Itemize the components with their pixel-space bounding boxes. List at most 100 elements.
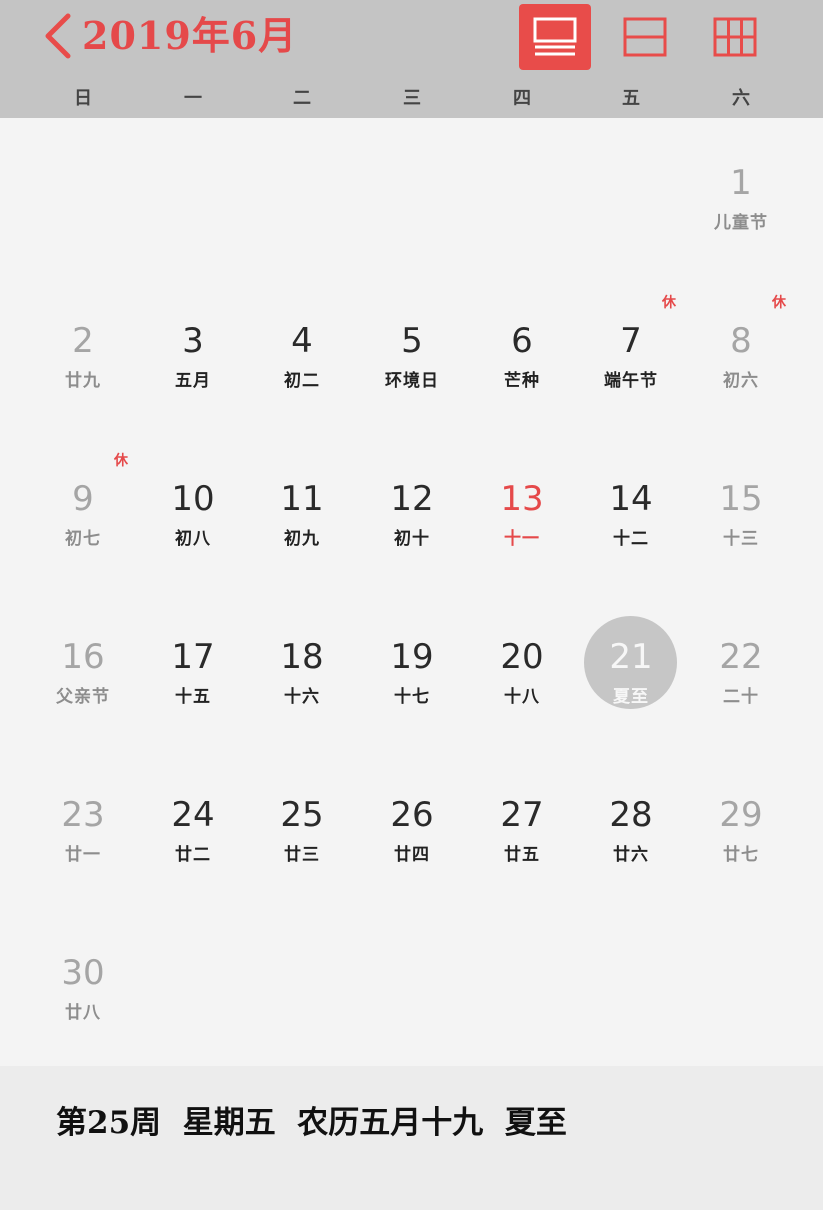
day-cell[interactable]: 6 芒种 bbox=[467, 276, 577, 434]
lunar-date-label: 五月 bbox=[175, 371, 211, 391]
day-cell[interactable]: 10 初八 bbox=[138, 434, 248, 592]
day-cell[interactable]: 15 十三 bbox=[686, 434, 796, 592]
day-cell[interactable]: 24 廿二 bbox=[138, 750, 248, 908]
date-info-bar: 第25周 星期五 农历五月十九 夏至 bbox=[0, 1066, 823, 1210]
day-cell[interactable]: 25 廿三 bbox=[247, 750, 357, 908]
chevron-left-icon bbox=[45, 13, 71, 59]
day-cell[interactable]: 13 十一 bbox=[467, 434, 577, 592]
lunar-date-label: 廿六 bbox=[613, 845, 649, 865]
lunar-date-label: 初八 bbox=[175, 529, 211, 549]
day-cell[interactable]: 20 十八 bbox=[467, 592, 577, 750]
day-number: 20 bbox=[500, 637, 544, 677]
lunar-date-label: 廿四 bbox=[394, 845, 430, 865]
day-cell[interactable]: 26 廿四 bbox=[357, 750, 467, 908]
day-cell[interactable]: 4 初二 bbox=[247, 276, 357, 434]
lunar-date-label: 十五 bbox=[175, 687, 211, 707]
weekday-label-sun: 日 bbox=[74, 88, 92, 109]
day-number: 23 bbox=[61, 795, 105, 835]
view-split-button[interactable] bbox=[609, 4, 681, 70]
weekday-label-wed: 三 bbox=[403, 88, 421, 109]
day-cell[interactable]: 休 9 初七 bbox=[28, 434, 138, 592]
lunar-date-label: 芒种 bbox=[504, 371, 540, 391]
split-view-icon bbox=[623, 17, 667, 57]
day-cell[interactable]: 休 7 端午节 bbox=[576, 276, 686, 434]
day-cell[interactable]: 28 廿六 bbox=[576, 750, 686, 908]
weekday-label-sat: 六 bbox=[732, 88, 750, 109]
lunar-date-label: 十七 bbox=[394, 687, 430, 707]
month-grid: 1 儿童节 2 廿九 3 五月 4 初二 5 环境日 6 芒种休 7 端午节休 8 初六休 9 初七 10 初八 11 初… bbox=[0, 118, 823, 1066]
lunar-date-label: 十二 bbox=[613, 529, 649, 549]
lunar-date-label: 廿七 bbox=[723, 845, 759, 865]
lunar-date-label: 廿三 bbox=[284, 845, 320, 865]
lunar-date-label: 十八 bbox=[504, 687, 540, 707]
day-cell[interactable]: 18 十六 bbox=[247, 592, 357, 750]
day-cell[interactable]: 27 廿五 bbox=[467, 750, 577, 908]
day-number: 12 bbox=[390, 479, 434, 519]
lunar-date-label: 夏至 bbox=[613, 687, 649, 707]
day-cell[interactable]: 2 廿九 bbox=[28, 276, 138, 434]
day-number: 24 bbox=[171, 795, 215, 835]
day-cell[interactable]: 19 十七 bbox=[357, 592, 467, 750]
day-cell[interactable]: 1 儿童节 bbox=[686, 118, 796, 276]
lunar-date-label: 二十 bbox=[723, 687, 759, 707]
day-number: 16 bbox=[61, 637, 105, 677]
lunar-date-label: 初二 bbox=[284, 371, 320, 391]
list-view-icon bbox=[533, 17, 577, 56]
day-number: 2 bbox=[72, 321, 94, 361]
weekday-label-tue: 二 bbox=[293, 88, 311, 109]
lunar-date-label: 廿一 bbox=[65, 845, 101, 865]
lunar-date-label: 廿八 bbox=[65, 1003, 101, 1023]
lunar-date-label: 父亲节 bbox=[56, 687, 110, 707]
day-cell[interactable]: 14 十二 bbox=[576, 434, 686, 592]
day-cell[interactable]: 12 初十 bbox=[357, 434, 467, 592]
grid-view-icon bbox=[713, 17, 757, 57]
day-number: 22 bbox=[719, 637, 763, 677]
lunar-date-label: 端午节 bbox=[604, 371, 658, 391]
view-month-grid-button[interactable] bbox=[699, 4, 771, 70]
lunar-date-label: 儿童节 bbox=[714, 213, 768, 233]
weekday-label-fri: 五 bbox=[622, 88, 640, 109]
lunar-date-label: 初十 bbox=[394, 529, 430, 549]
day-number: 13 bbox=[500, 479, 544, 519]
day-number: 27 bbox=[500, 795, 544, 835]
lunar-date-label: 十一 bbox=[504, 529, 540, 549]
lunar-date-label: 廿五 bbox=[504, 845, 540, 865]
day-number: 15 bbox=[719, 479, 763, 519]
lunar-date-label: 十六 bbox=[284, 687, 320, 707]
day-number: 17 bbox=[171, 637, 215, 677]
back-button[interactable] bbox=[38, 10, 78, 62]
month-title[interactable]: 2019年6月 bbox=[82, 8, 297, 64]
day-cell[interactable]: 30 廿八 bbox=[28, 908, 138, 1066]
lunar-date-label: 初六 bbox=[723, 371, 759, 391]
day-number: 14 bbox=[609, 479, 653, 519]
day-number: 1 bbox=[730, 163, 752, 203]
day-number: 18 bbox=[280, 637, 324, 677]
weekday-row: 日 一 二 三 四 五 六 bbox=[0, 84, 823, 114]
day-number: 4 bbox=[291, 321, 313, 361]
day-cell[interactable]: 5 环境日 bbox=[357, 276, 467, 434]
day-number: 8 bbox=[730, 321, 752, 361]
day-number: 11 bbox=[280, 479, 324, 519]
day-cell[interactable]: 21 夏至 bbox=[576, 592, 686, 750]
day-cell[interactable]: 29 廿七 bbox=[686, 750, 796, 908]
day-number: 10 bbox=[171, 479, 215, 519]
day-cell[interactable]: 11 初九 bbox=[247, 434, 357, 592]
day-cell[interactable]: 16 父亲节 bbox=[28, 592, 138, 750]
day-number: 3 bbox=[182, 321, 204, 361]
day-number: 6 bbox=[511, 321, 533, 361]
lunar-date-label: 初九 bbox=[284, 529, 320, 549]
lunar-date-label: 廿二 bbox=[175, 845, 211, 865]
day-cell[interactable]: 3 五月 bbox=[138, 276, 248, 434]
day-number: 7 bbox=[620, 321, 642, 361]
day-number: 19 bbox=[390, 637, 434, 677]
view-week-list-button[interactable] bbox=[519, 4, 591, 70]
day-number: 21 bbox=[609, 637, 653, 677]
selected-date-info: 第25周 星期五 农历五月十九 夏至 bbox=[56, 1105, 567, 1141]
day-cell[interactable]: 23 廿一 bbox=[28, 750, 138, 908]
day-cell[interactable]: 22 二十 bbox=[686, 592, 796, 750]
day-cell[interactable]: 休 8 初六 bbox=[686, 276, 796, 434]
day-cell[interactable]: 17 十五 bbox=[138, 592, 248, 750]
holiday-rest-badge: 休 bbox=[772, 295, 786, 311]
lunar-date-label: 十三 bbox=[723, 529, 759, 549]
calendar-header: 2019年6月 日 一 二 三 四 五 六 bbox=[0, 0, 823, 118]
